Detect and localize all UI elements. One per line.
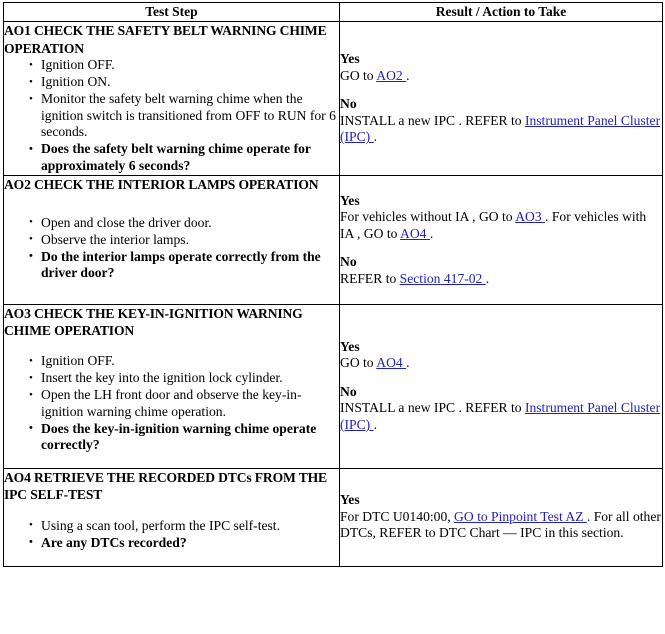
step-question: Does the safety belt warning chime opera…: [29, 141, 339, 174]
step-question: Does the key-in-ignition warning chime o…: [29, 420, 339, 454]
step-body-ao2: Open and close the driver door.Observe t…: [4, 194, 339, 304]
result-text-run: .: [406, 355, 410, 371]
section-row: AO4 RETRIEVE THE RECORDED DTCs FROM THE …: [3, 467, 663, 567]
step-list: Open and close the driver door.Observe t…: [4, 214, 339, 282]
step-list: Using a scan tool, perform the IPC self-…: [4, 517, 339, 552]
step-body-ao1: Ignition OFF.Ignition ON.Monitor the saf…: [4, 57, 339, 175]
step-list: Ignition OFF.Insert the key into the ign…: [4, 353, 339, 454]
step-title-ao1: AO1 CHECK THE SAFETY BELT WARNING CHIME …: [4, 23, 327, 56]
xref-link[interactable]: AO3: [515, 209, 545, 224]
test-step-inner-table: AO1 CHECK THE SAFETY BELT WARNING CHIME …: [4, 22, 339, 175]
result-yes-label: Yes: [340, 192, 360, 208]
result-yes-text: GO to AO2 .: [340, 68, 662, 85]
result-yes-text: For DTC U0140:00, GO to Pinpoint Test AZ…: [340, 509, 662, 542]
xref-link[interactable]: GO to Pinpoint Test AZ: [454, 509, 587, 524]
step-item: Open the LH front door and observe the k…: [29, 387, 339, 420]
test-step-inner-table: AO2 CHECK THE INTERIOR LAMPS OPERATION Op…: [4, 176, 339, 304]
step-list: Ignition OFF.Ignition ON.Monitor the saf…: [4, 57, 339, 174]
step-item: Insert the key into the ignition lock cy…: [29, 370, 339, 387]
result-text-run: For DTC U0140:00,: [340, 508, 455, 524]
result-no-text: INSTALL a new IPC . REFER to Instrument …: [340, 400, 662, 433]
table-header: Test Step Result / Action to Take: [3, 2, 663, 22]
step-item: Using a scan tool, perform the IPC self-…: [29, 517, 339, 535]
result-action-cell: Yes GO to AO4 . No INSTALL a new IPC . REF…: [339, 303, 663, 469]
xref-link[interactable]: AO4: [376, 355, 406, 370]
section-row: AO1 CHECK THE SAFETY BELT WARNING CHIME …: [3, 21, 663, 176]
step-item: Ignition ON.: [29, 74, 339, 91]
result-yes-label: Yes: [340, 338, 360, 354]
result-text-run: INSTALL a new IPC . REFER to: [340, 112, 525, 128]
test-step-cell: AO2 CHECK THE INTERIOR LAMPS OPERATION Op…: [3, 175, 340, 305]
step-body-ao3: Ignition OFF.Insert the key into the ign…: [4, 340, 339, 468]
xref-link[interactable]: AO2: [376, 68, 406, 83]
xref-link[interactable]: Section 417-02: [400, 271, 486, 286]
result-yes-label: Yes: [340, 51, 360, 67]
result-no-label: No: [340, 254, 357, 269]
result-action-cell: Yes GO to AO2 . No INSTALL a new IPC . REF…: [339, 21, 663, 176]
result-text-run: GO to: [340, 67, 377, 83]
result-gap: [340, 84, 662, 96]
column-header-test-step: Test Step: [3, 2, 340, 22]
result-yes-label: Yes: [340, 492, 360, 508]
step-item: Ignition OFF.: [29, 57, 339, 74]
result-gap: [340, 242, 662, 254]
result-yes-text: GO to AO4 .: [340, 355, 662, 372]
test-step-cell: AO1 CHECK THE SAFETY BELT WARNING CHIME …: [3, 21, 340, 176]
result-no-label: No: [340, 96, 357, 112]
result-text-run: For vehicles without IA , GO to: [340, 209, 516, 224]
result-no-text: REFER to Section 417-02 .: [340, 271, 662, 288]
column-header-result-action: Result / Action to Take: [339, 2, 663, 22]
result-no-text: INSTALL a new IPC . REFER to Instrument …: [340, 113, 662, 146]
result-action-cell: Yes For vehicles without IA , GO to AO3 .…: [339, 175, 663, 305]
step-title-ao3: AO3 CHECK THE KEY-IN-IGNITION WARNING CH…: [4, 305, 303, 339]
result-text-run: .: [373, 129, 378, 145]
step-item: Observe the interior lamps.: [29, 231, 339, 249]
pinpoint-test-document: Test Step Result / Action to Take AO1 CH…: [0, 0, 665, 634]
result-text-run: .: [429, 225, 434, 241]
result-text-run: .: [485, 270, 490, 286]
xref-link[interactable]: AO4: [400, 226, 430, 241]
test-step-cell: AO4 RETRIEVE THE RECORDED DTCs FROM THE …: [3, 467, 340, 567]
step-body-ao4: Using a scan tool, perform the IPC self-…: [4, 504, 339, 566]
result-yes-text: For vehicles without IA , GO to AO3 . Fo…: [340, 209, 662, 242]
result-gap: [340, 372, 662, 384]
step-question: Are any DTCs recorded?: [29, 534, 339, 552]
test-step-inner-table: AO4 RETRIEVE THE RECORDED DTCs FROM THE …: [4, 469, 339, 566]
result-text-run: REFER to: [340, 270, 400, 286]
header-row: Test Step Result / Action to Take: [3, 2, 663, 22]
step-title-ao2: AO2 CHECK THE INTERIOR LAMPS OPERATION: [4, 177, 319, 192]
step-item: Ignition OFF.: [29, 353, 339, 370]
result-text-run: .: [406, 67, 410, 83]
test-step-cell: AO3 CHECK THE KEY-IN-IGNITION WARNING CH…: [3, 303, 340, 469]
result-text-run: .: [373, 416, 378, 432]
section-row: AO2 CHECK THE INTERIOR LAMPS OPERATION Op…: [3, 175, 663, 305]
step-question: Do the interior lamps operate correctly …: [29, 248, 339, 282]
result-text-run: GO to: [340, 355, 377, 371]
result-text-run: INSTALL a new IPC . REFER to: [340, 400, 525, 416]
step-item: Monitor the safety belt warning chime wh…: [29, 91, 339, 141]
step-title-ao4: AO4 RETRIEVE THE RECORDED DTCs FROM THE …: [4, 469, 327, 503]
result-action-cell: Yes For DTC U0140:00, GO to Pinpoint Test…: [339, 467, 663, 567]
section-row: AO3 CHECK THE KEY-IN-IGNITION WARNING CH…: [3, 303, 663, 469]
test-step-inner-table: AO3 CHECK THE KEY-IN-IGNITION WARNING CH…: [4, 305, 339, 468]
step-item: Open and close the driver door.: [29, 214, 339, 232]
pinpoint-test-table: Test Step Result / Action to Take AO1 CH…: [3, 2, 663, 567]
table-body: AO1 CHECK THE SAFETY BELT WARNING CHIME …: [3, 21, 663, 567]
result-no-label: No: [340, 383, 357, 399]
